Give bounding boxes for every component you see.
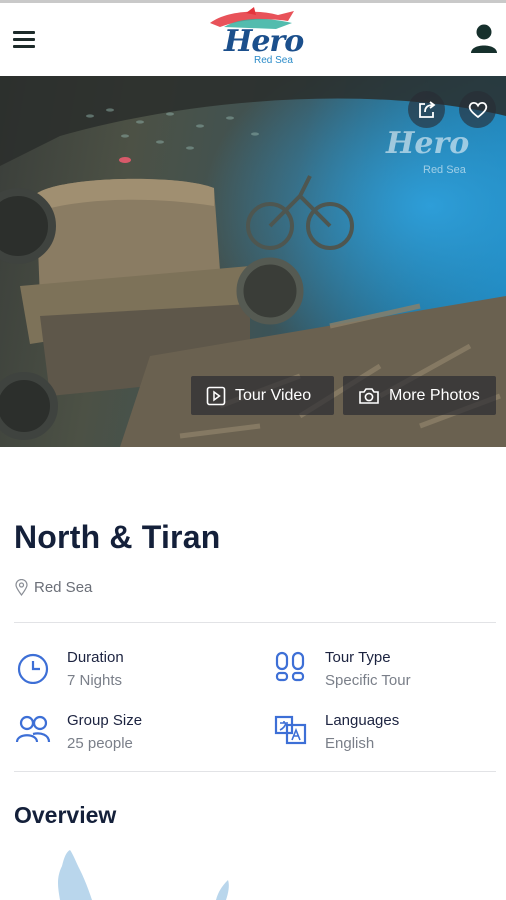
watermark-logo-subtext: Red Sea bbox=[423, 164, 466, 176]
clock-icon bbox=[17, 653, 49, 684]
divider-bottom bbox=[14, 771, 496, 772]
detail-label: Group Size bbox=[67, 712, 143, 729]
share-button[interactable] bbox=[408, 91, 445, 128]
tour-video-label: Tour Video bbox=[235, 386, 312, 404]
detail-group-size: Group Size 25 people bbox=[15, 711, 142, 754]
site-header: Hero Red Sea bbox=[0, 3, 506, 76]
watermark-logo-text: Hero bbox=[386, 126, 470, 161]
red-sea-map-image bbox=[58, 850, 229, 900]
detail-tour-type: Tour Type Specific Tour bbox=[273, 648, 411, 691]
detail-value: English bbox=[325, 735, 375, 752]
logo-text: Hero bbox=[224, 24, 304, 59]
footprints-icon bbox=[275, 651, 305, 682]
favorite-button[interactable] bbox=[459, 91, 496, 128]
hamburger-menu-icon[interactable] bbox=[13, 31, 35, 49]
detail-value: 7 Nights bbox=[67, 672, 123, 689]
logo-subtext: Red Sea bbox=[254, 55, 293, 66]
overview-heading: Overview bbox=[14, 802, 117, 828]
detail-languages: Languages English bbox=[273, 711, 399, 754]
detail-label: Languages bbox=[325, 712, 400, 729]
play-video-icon bbox=[206, 386, 226, 405]
translate-icon bbox=[274, 715, 307, 745]
more-photos-button[interactable]: More Photos bbox=[343, 376, 496, 415]
tour-title: North & Tiran bbox=[14, 519, 221, 555]
detail-label: Tour Type bbox=[325, 649, 391, 666]
detail-value: 25 people bbox=[67, 735, 133, 752]
tour-video-button[interactable]: Tour Video bbox=[191, 376, 334, 415]
detail-duration: Duration 7 Nights bbox=[15, 648, 124, 691]
more-photos-label: More Photos bbox=[389, 386, 480, 404]
camera-icon bbox=[359, 387, 379, 404]
tour-location: Red Sea bbox=[15, 579, 92, 596]
divider-top bbox=[14, 622, 496, 623]
map-pin-icon bbox=[15, 579, 28, 596]
detail-value: Specific Tour bbox=[325, 672, 411, 689]
heart-icon bbox=[468, 101, 487, 118]
detail-label: Duration bbox=[67, 649, 124, 666]
site-logo[interactable]: Hero Red Sea bbox=[206, 7, 304, 71]
tour-hero-image[interactable]: Hero Red Sea Tour Video More Photos bbox=[0, 76, 506, 447]
user-icon[interactable] bbox=[470, 23, 498, 55]
location-text: Red Sea bbox=[34, 579, 93, 596]
share-icon bbox=[418, 100, 435, 118]
group-icon bbox=[15, 715, 51, 743]
